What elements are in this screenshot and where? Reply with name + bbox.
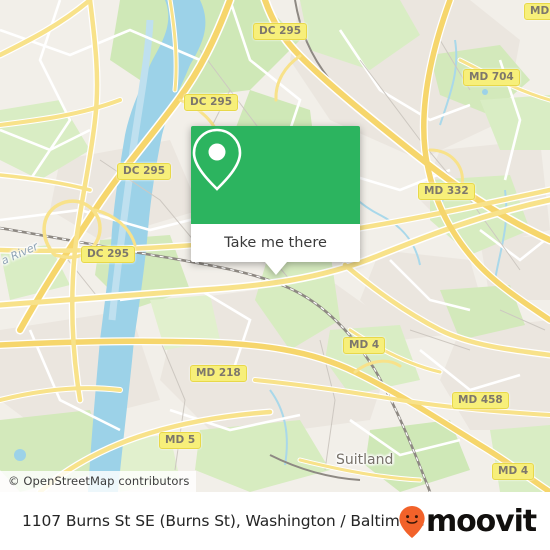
- footer-bar: 1107 Burns St SE (Burns St), Washington …: [0, 492, 550, 550]
- moovit-smiley-pin-icon: [399, 506, 425, 538]
- moovit-wordmark: moovit: [425, 504, 537, 539]
- shield-md-5[interactable]: MD 5: [159, 432, 202, 449]
- take-me-there-label: Take me there: [224, 235, 327, 251]
- shield-dc-295-third[interactable]: DC 295: [117, 163, 171, 180]
- shield-md-4-center[interactable]: MD 4: [343, 337, 386, 354]
- moovit-brand[interactable]: moovit: [398, 504, 537, 539]
- location-pin-icon: [192, 128, 242, 191]
- shield-md-218[interactable]: MD 218: [190, 365, 247, 382]
- popup-footer[interactable]: Take me there: [191, 224, 360, 262]
- shield-md-4-bottom[interactable]: MD 4: [492, 463, 535, 480]
- shield-md-704[interactable]: MD 704: [463, 69, 520, 86]
- map-attribution[interactable]: © OpenStreetMap contributors: [0, 471, 197, 492]
- popup-header: [191, 126, 360, 224]
- popup-tail-pointer: [264, 262, 287, 275]
- shield-dc-295-second[interactable]: DC 295: [184, 94, 238, 111]
- shield-md-332[interactable]: MD 332: [418, 183, 475, 200]
- map-screenshot: Suitland a River DC 295 MD MD 704 DC 295…: [0, 0, 550, 550]
- shield-dc-295-top[interactable]: DC 295: [253, 23, 307, 40]
- address-title: 1107 Burns St SE (Burns St), Washington …: [22, 512, 425, 530]
- place-label-suitland: Suitland: [336, 452, 394, 468]
- shield-md-458[interactable]: MD 458: [452, 392, 509, 409]
- shield-md-top-right[interactable]: MD: [524, 3, 550, 20]
- location-popup[interactable]: Take me there: [191, 126, 360, 275]
- shield-dc-295-fourth[interactable]: DC 295: [81, 246, 135, 263]
- map-canvas[interactable]: Suitland a River DC 295 MD MD 704 DC 295…: [0, 0, 550, 492]
